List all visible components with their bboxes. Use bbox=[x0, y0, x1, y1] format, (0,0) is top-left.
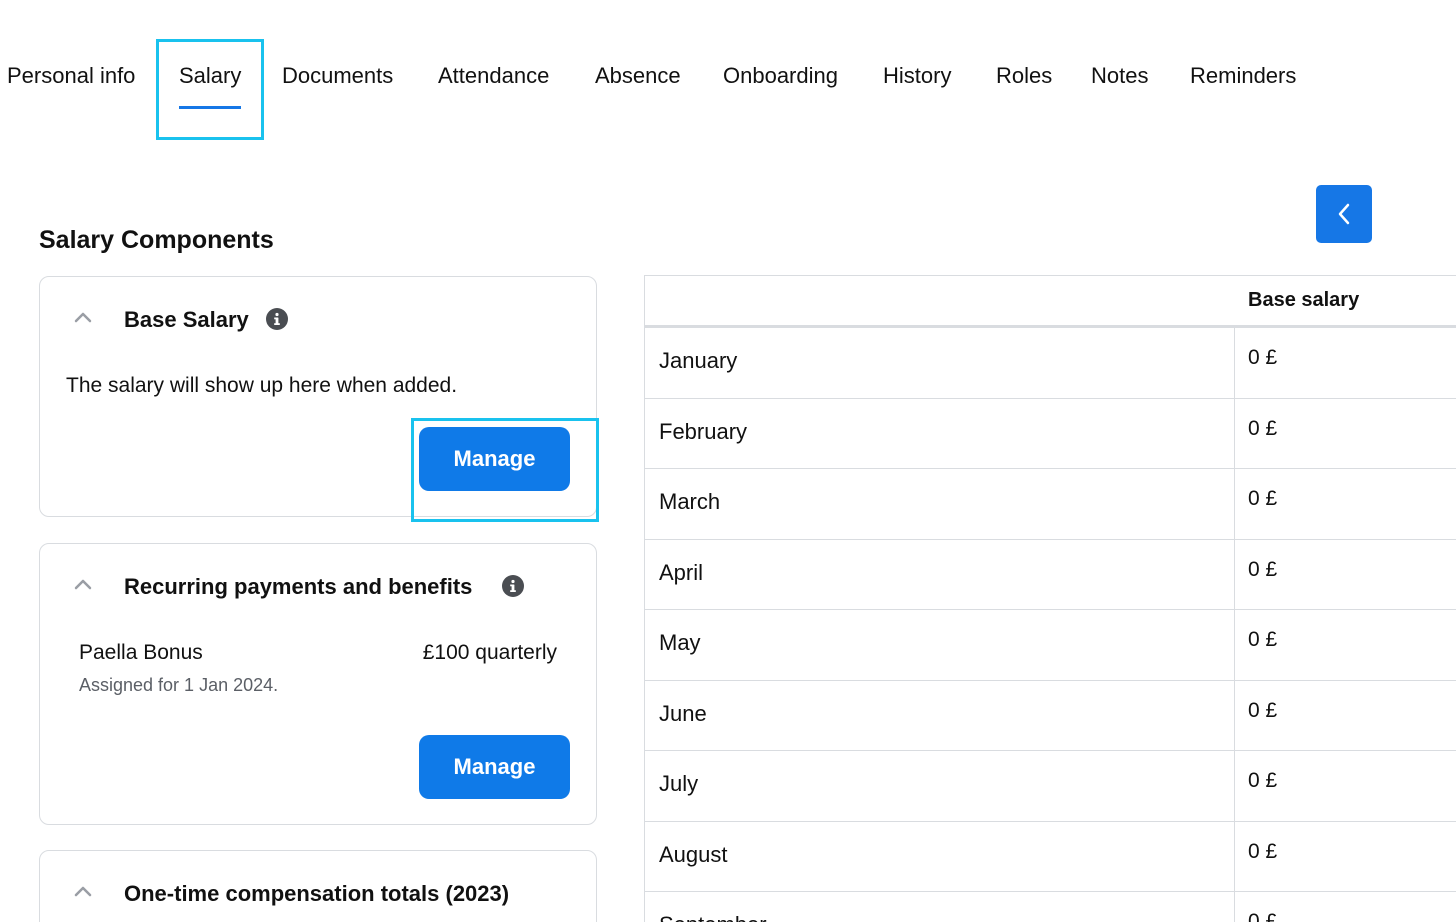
tab-reminders[interactable]: Reminders bbox=[1190, 62, 1296, 90]
month-cell: July bbox=[659, 771, 699, 796]
tab-label: Documents bbox=[282, 63, 394, 88]
tab-label: Onboarding bbox=[723, 63, 838, 88]
value-cell: 0 £ bbox=[1248, 557, 1278, 581]
section-title: Salary Components bbox=[39, 226, 274, 254]
one-time-compensation-card: One-time compensation totals (2023) bbox=[39, 850, 597, 922]
value-cell: 0 £ bbox=[1248, 910, 1278, 922]
table-row: February 0 £ bbox=[645, 398, 1456, 469]
tab-documents[interactable]: Documents bbox=[282, 62, 393, 90]
tab-label: Attendance bbox=[438, 63, 550, 88]
value-cell: 0 £ bbox=[1248, 628, 1278, 651]
tab-roles[interactable]: Roles bbox=[996, 62, 1052, 90]
base-salary-card-header[interactable]: Base Salary bbox=[40, 277, 596, 357]
table-header: Base salary bbox=[645, 276, 1456, 328]
tab-label: Reminders bbox=[1190, 63, 1297, 88]
chevron-left-icon bbox=[1338, 203, 1350, 225]
card-title: One-time compensation totals (2023) bbox=[124, 881, 510, 906]
recurring-card-header[interactable]: Recurring payments and benefits bbox=[40, 544, 596, 624]
chevron-up-icon[interactable] bbox=[74, 885, 92, 897]
info-icon[interactable] bbox=[266, 308, 288, 330]
tab-label: Notes bbox=[1091, 63, 1149, 88]
tab-notes[interactable]: Notes bbox=[1091, 62, 1148, 90]
recurring-payments-card: Recurring payments and benefits Paella B… bbox=[39, 543, 597, 825]
tab-history[interactable]: History bbox=[883, 62, 951, 90]
tab-label: Roles bbox=[996, 63, 1053, 88]
manage-base-salary-button[interactable]: Manage bbox=[419, 427, 570, 491]
table-row: January 0 £ bbox=[645, 328, 1456, 399]
info-glyph bbox=[510, 579, 516, 592]
benefit-assigned-date: Assigned for 1 Jan 2024. bbox=[79, 675, 279, 695]
month-cell: April bbox=[659, 559, 704, 585]
card-title: Base Salary bbox=[124, 307, 249, 332]
empty-salary-text: The salary will show up here when added. bbox=[66, 374, 458, 397]
salary-table: Base salary January 0 £ February 0 £ March… bbox=[644, 275, 1456, 922]
info-glyph bbox=[274, 312, 280, 325]
column-header-base-salary: Base salary bbox=[1248, 289, 1360, 311]
value-cell: 0 £ bbox=[1248, 769, 1278, 792]
table-row: May 0 £ bbox=[645, 610, 1456, 681]
base-salary-card: Base Salary The salary will show up here… bbox=[39, 276, 597, 517]
table-row: July 0 £ bbox=[645, 751, 1456, 822]
table-row: March 0 £ bbox=[645, 469, 1456, 540]
month-cell: May bbox=[659, 630, 701, 655]
month-cell: February bbox=[659, 418, 748, 444]
table-row: April 0 £ bbox=[645, 539, 1456, 610]
tab-label: History bbox=[883, 63, 952, 88]
manage-recurring-button[interactable]: Manage bbox=[419, 735, 570, 799]
table-row: August 0 £ bbox=[645, 821, 1456, 892]
tab-personal-info[interactable]: Personal info bbox=[7, 62, 135, 90]
tab-label: Absence bbox=[595, 63, 681, 88]
table-row: September 0 £ bbox=[645, 892, 1456, 922]
table-row: June 0 £ bbox=[645, 680, 1456, 751]
back-button[interactable] bbox=[1316, 185, 1372, 243]
month-cell: March bbox=[659, 489, 721, 514]
tab-onboarding[interactable]: Onboarding bbox=[723, 62, 838, 90]
month-cell: June bbox=[659, 700, 707, 726]
card-title: Recurring payments and benefits bbox=[124, 574, 473, 599]
value-cell: 0 £ bbox=[1248, 416, 1278, 440]
benefit-amount: £100 quarterly bbox=[422, 641, 557, 664]
benefit-name: Paella Bonus bbox=[79, 641, 203, 664]
value-cell: 0 £ bbox=[1248, 487, 1278, 510]
month-cell: September bbox=[659, 912, 767, 922]
tab-salary[interactable]: Salary bbox=[179, 62, 242, 109]
chevron-up-icon[interactable] bbox=[74, 311, 92, 323]
info-icon[interactable] bbox=[502, 575, 524, 597]
active-tab-underline bbox=[179, 106, 242, 109]
month-cell: August bbox=[659, 841, 728, 867]
month-cell: January bbox=[659, 348, 738, 373]
one-time-card-header[interactable]: One-time compensation totals (2023) bbox=[40, 851, 596, 922]
value-cell: 0 £ bbox=[1248, 839, 1278, 863]
tab-label: Personal info bbox=[7, 63, 136, 88]
value-cell: 0 £ bbox=[1248, 698, 1278, 722]
chevron-up-icon[interactable] bbox=[74, 578, 92, 590]
tab-attendance[interactable]: Attendance bbox=[438, 62, 549, 90]
value-cell: 0 £ bbox=[1248, 346, 1278, 369]
tab-label: Salary bbox=[179, 63, 242, 88]
tab-absence[interactable]: Absence bbox=[595, 62, 681, 90]
